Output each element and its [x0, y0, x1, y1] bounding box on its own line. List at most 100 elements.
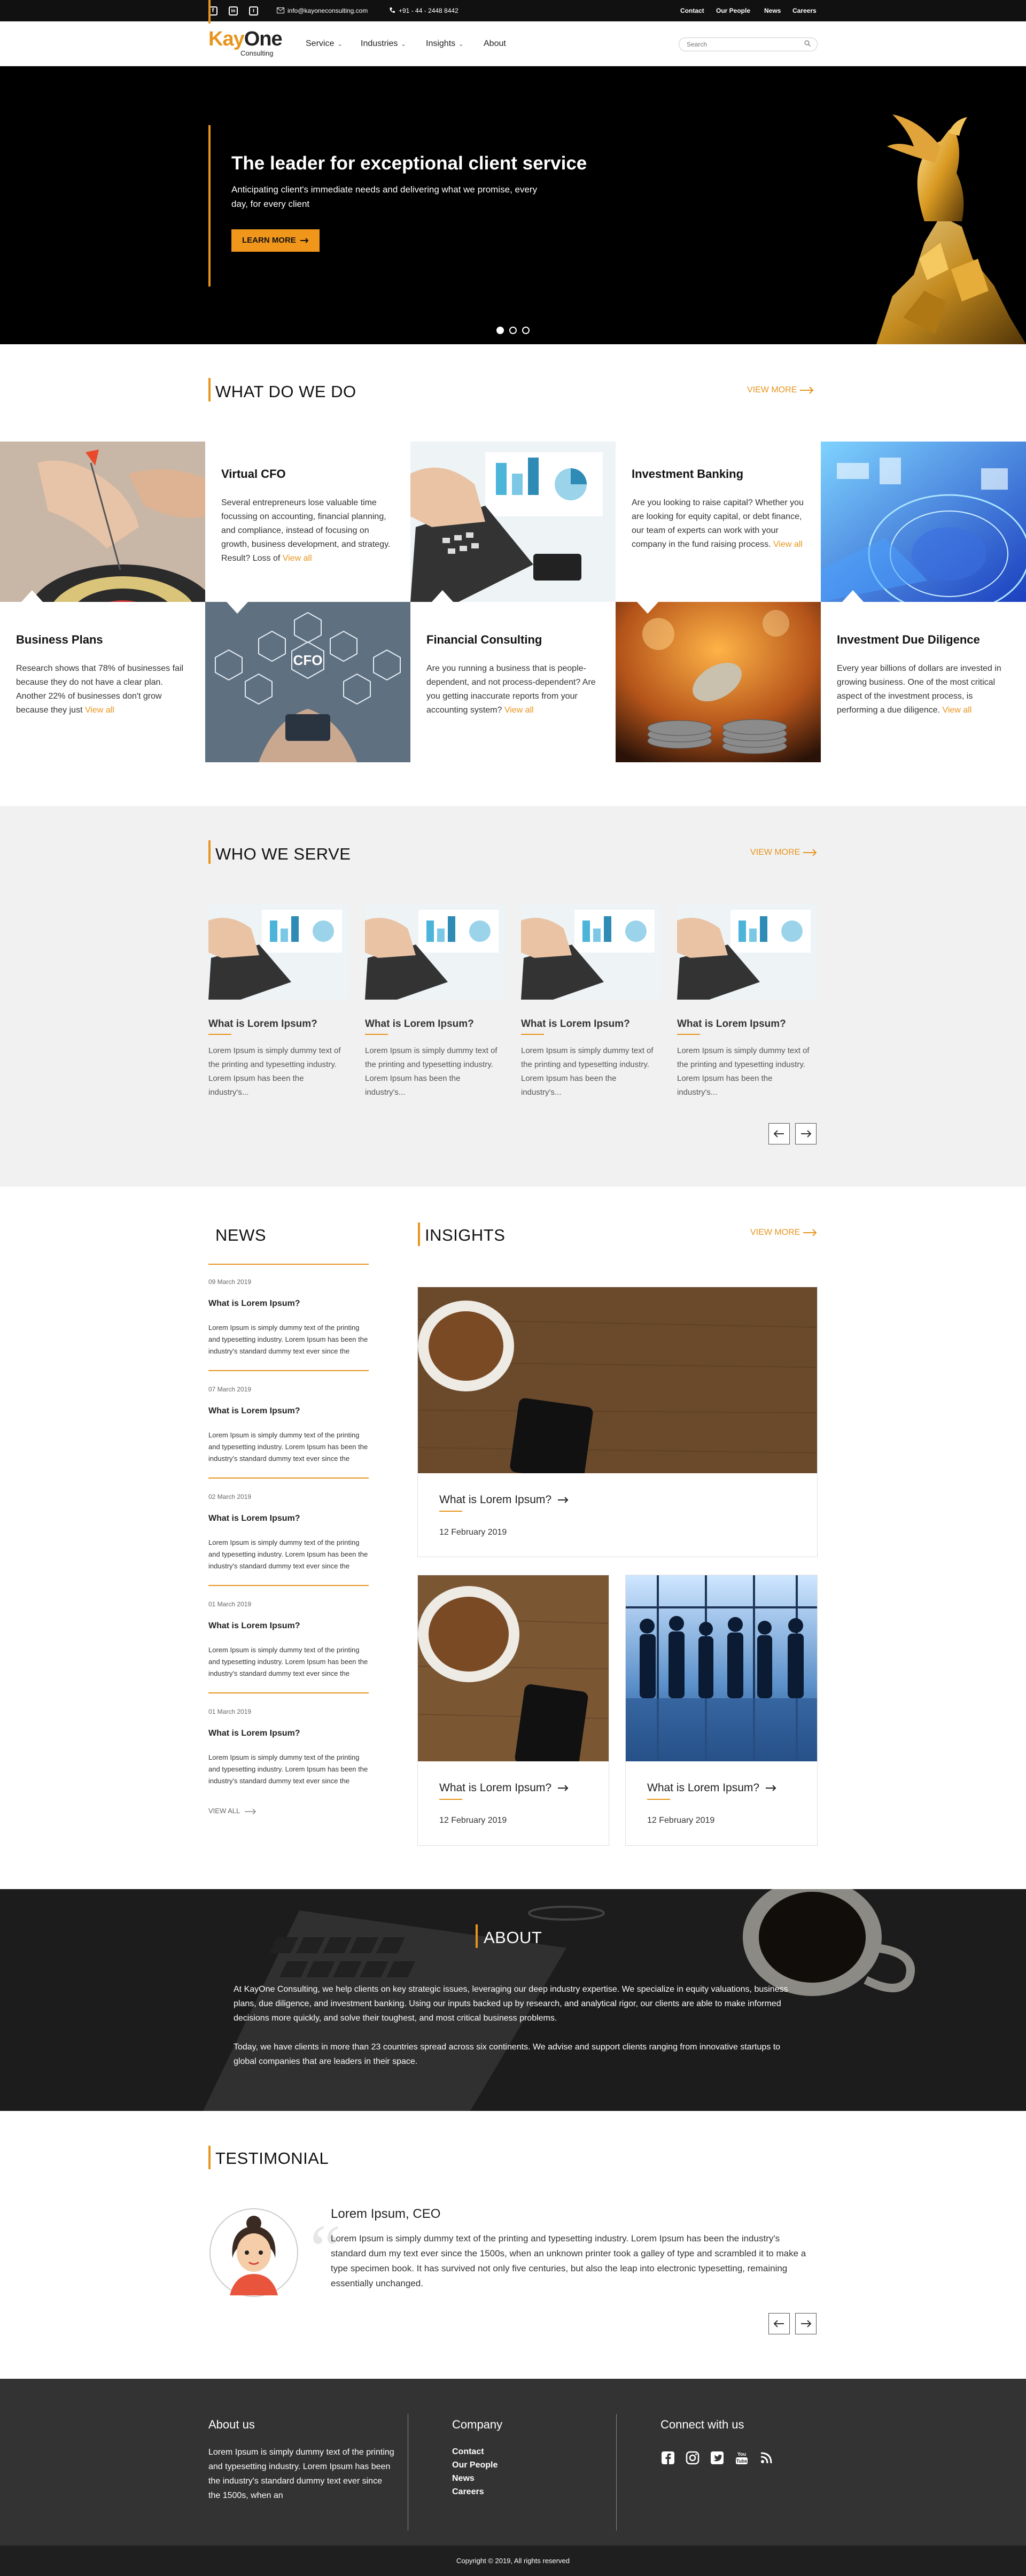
insight-title: What is Lorem Ipsum? [647, 1782, 776, 1794]
nav-insights[interactable]: Insights ⌄ [426, 39, 463, 49]
mail-icon [277, 7, 284, 13]
news-text: Lorem Ipsum is simply dummy text of the … [208, 1431, 368, 1463]
tile-pointer [432, 590, 453, 602]
rss-icon[interactable] [759, 2450, 774, 2465]
business-team-image [626, 1575, 817, 1761]
serve-card-text: Lorem Ipsum is simply dummy text of the … [208, 1046, 341, 1097]
serve-card-title[interactable]: What is Lorem Ipsum? [521, 1018, 630, 1030]
serve-card-image[interactable] [521, 904, 662, 1000]
view-all-link[interactable]: View all [283, 554, 312, 563]
topbar-link-news[interactable]: News [764, 7, 781, 14]
news-view-all[interactable]: VIEW ALL [208, 1807, 256, 1815]
insight-card[interactable]: What is Lorem Ipsum? 12 February 2019 [625, 1575, 818, 1846]
topbar-phone[interactable]: +91 - 44 - 2448 8442 [399, 7, 458, 14]
insight-title: What is Lorem Ipsum? [439, 1782, 569, 1794]
footer-link-contact[interactable]: Contact [452, 2447, 484, 2457]
service-business-plans[interactable]: Business Plans Research shows that 78% o… [0, 602, 205, 762]
title-underline [521, 1034, 544, 1035]
footer-link-our-people[interactable]: Our People [452, 2461, 498, 2470]
chevron-down-icon: ⌄ [337, 41, 343, 48]
view-all-link[interactable]: View all [504, 706, 534, 715]
what-we-do-view-more[interactable]: VIEW MORE [747, 385, 814, 395]
twitter-icon[interactable] [710, 2450, 725, 2465]
topbar-email[interactable]: info@kayoneconsulting.com [287, 7, 368, 14]
testimonial-text: Lorem Ipsum is simply dummy text of the … [331, 2233, 806, 2288]
nav-service[interactable]: Service ⌄ [306, 39, 343, 49]
service-title: Business Plans [16, 633, 103, 646]
footer-connect-title: Connect with us [660, 2418, 744, 2431]
who-we-serve-view-more[interactable]: VIEW MORE [750, 848, 817, 857]
news-title[interactable]: What is Lorem Ipsum? [208, 1406, 300, 1416]
serve-prev-button[interactable] [768, 1123, 790, 1144]
view-more-label: VIEW MORE [747, 385, 797, 394]
news-title[interactable]: What is Lorem Ipsum? [208, 1729, 300, 1738]
calculator-charts-image [410, 442, 616, 602]
serve-card-image[interactable] [208, 904, 349, 1000]
calculator-charts-image [208, 904, 349, 1000]
tile-pointer [227, 602, 248, 614]
youtube-icon[interactable]: YouTube [734, 2450, 749, 2465]
service-investment-due-diligence[interactable]: Investment Due Diligence Every year bill… [821, 602, 1026, 762]
serve-card-image[interactable] [677, 904, 818, 1000]
service-investment-banking[interactable]: Investment Banking Are you looking to ra… [616, 442, 821, 602]
view-all-link[interactable]: View all [773, 540, 803, 549]
view-all-label: VIEW ALL [208, 1807, 240, 1815]
main-nav: KayOne Consulting Service ⌄ Industries ⌄ I… [0, 21, 1026, 66]
slider-dot-3[interactable] [522, 327, 530, 334]
service-title: Investment Banking [632, 467, 744, 481]
service-description: Every year billions of dollars are inves… [837, 664, 1001, 715]
service-virtual-cfo[interactable]: Virtual CFO Several entrepreneurs lose v… [205, 442, 410, 602]
twitter-icon[interactable]: t [249, 6, 258, 16]
news-title[interactable]: What is Lorem Ipsum? [208, 1514, 300, 1523]
news-date: 01 March 2019 [208, 1600, 252, 1608]
service-text: Several entrepreneurs lose valuable time… [221, 496, 398, 566]
title-underline [677, 1034, 700, 1035]
topbar-link-contact[interactable]: Contact [680, 7, 704, 14]
insight-card-featured[interactable]: What is Lorem Ipsum? 12 February 2019 [417, 1287, 818, 1557]
service-financial-consulting[interactable]: Financial Consulting Are you running a b… [410, 602, 616, 762]
financial-consulting-image [616, 602, 821, 762]
view-all-link[interactable]: View all [85, 706, 114, 715]
insight-date: 12 February 2019 [439, 1816, 507, 1825]
search-icon[interactable] [804, 40, 811, 47]
slider-dot-1[interactable] [496, 327, 504, 334]
serve-card-title[interactable]: What is Lorem Ipsum? [677, 1018, 786, 1030]
serve-card-title[interactable]: What is Lorem Ipsum? [365, 1018, 474, 1030]
serve-card-text: Lorem Ipsum is simply dummy text of the … [677, 1046, 810, 1097]
calculator-charts-image [677, 904, 818, 1000]
title-underline [208, 1034, 231, 1035]
footer-link-news[interactable]: News [452, 2474, 475, 2484]
news-title[interactable]: What is Lorem Ipsum? [208, 1621, 300, 1631]
learn-more-button[interactable]: LEARN MORE [231, 229, 320, 252]
serve-card-image[interactable] [365, 904, 506, 1000]
topbar-link-our-people[interactable]: Our People [716, 7, 750, 14]
insight-title-text: What is Lorem Ipsum? [439, 1494, 552, 1506]
instagram-icon[interactable] [685, 2450, 700, 2465]
footer-link-careers[interactable]: Careers [452, 2487, 484, 2497]
phone-icon [390, 7, 395, 13]
logo[interactable]: KayOne [208, 28, 283, 51]
news-title[interactable]: What is Lorem Ipsum? [208, 1299, 300, 1309]
about-paragraph-2: Today, we have clients in more than 23 c… [234, 2043, 781, 2066]
serve-next-button[interactable] [795, 1123, 817, 1144]
view-all-link[interactable]: View all [942, 706, 971, 715]
serve-card-title[interactable]: What is Lorem Ipsum? [208, 1018, 317, 1030]
hero-title: The leader for exceptional client servic… [231, 153, 587, 174]
section-accent [208, 378, 211, 401]
news-date: 01 March 2019 [208, 1708, 252, 1715]
arrow-right-icon [557, 1785, 569, 1792]
service-title: Investment Due Diligence [837, 633, 980, 646]
linkedin-icon[interactable]: in [229, 6, 238, 16]
search-input[interactable] [687, 40, 794, 49]
testimonial-title: TESTIMONIAL [215, 2149, 329, 2168]
slider-dot-2[interactable] [509, 327, 517, 334]
facebook-icon[interactable] [660, 2450, 675, 2465]
testimonial-prev-button[interactable] [768, 2313, 790, 2334]
nav-industries[interactable]: Industries ⌄ [361, 39, 406, 49]
insights-view-more[interactable]: VIEW MORE [750, 1228, 817, 1237]
calculator-charts-image [521, 904, 662, 1000]
insight-card[interactable]: What is Lorem Ipsum? 12 February 2019 [417, 1575, 609, 1846]
nav-about[interactable]: About [484, 39, 506, 49]
testimonial-next-button[interactable] [795, 2313, 817, 2334]
topbar-link-careers[interactable]: Careers [792, 7, 817, 14]
